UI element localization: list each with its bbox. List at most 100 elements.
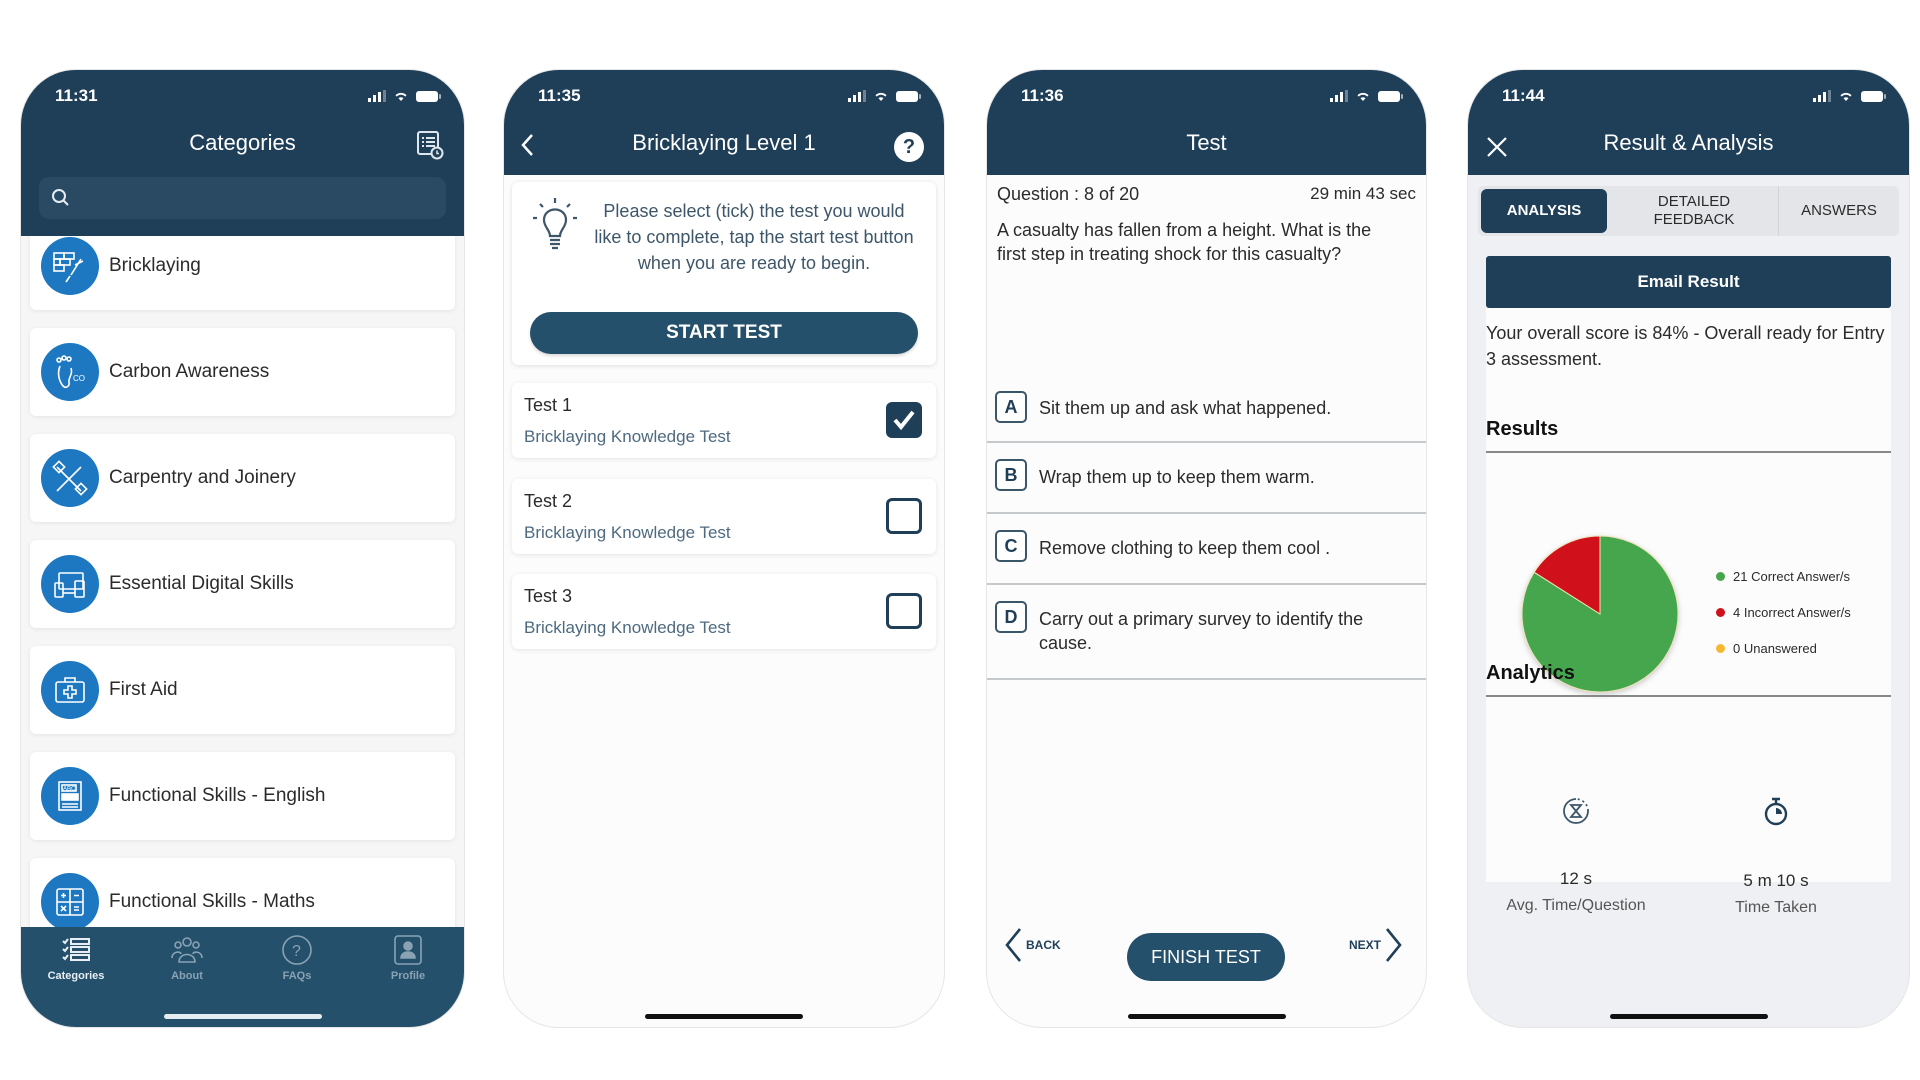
legend-dot: [1716, 607, 1725, 617]
page-title: Result & Analysis: [1603, 130, 1774, 155]
stat-value: 12 s: [1559, 869, 1593, 888]
svg-text:CO: CO: [73, 374, 85, 383]
abc-book-icon: ABC: [41, 767, 99, 825]
chevron-left-icon: [1005, 928, 1022, 962]
category-label: Functional Skills - Maths: [109, 891, 315, 912]
tab-detailed-feedback[interactable]: DETAILED FEEDBACK: [1610, 186, 1779, 236]
tab-bar: Categories About ? FAQs Profile: [21, 927, 464, 1027]
analytics-heading: Analytics: [1486, 662, 1891, 697]
page-title: Bricklaying Level 1: [632, 130, 816, 155]
legend-label: 0 Unanswered: [1733, 640, 1817, 656]
header: 11:35 Bricklaying Level 1 ?: [504, 70, 944, 175]
category-item-digital-skills[interactable]: Essential Digital Skills: [30, 540, 455, 628]
tab-label: FAQs: [282, 970, 312, 982]
header: 11:44 Result & Analysis: [1468, 70, 1909, 175]
legend-label: 4 Incorrect Answer/s: [1733, 604, 1851, 620]
back-button[interactable]: BACK: [1003, 925, 1061, 965]
test-question-screen: 11:36 Test Question : 8 of 20 29 min 43 …: [986, 69, 1427, 1028]
instructions-card: Please select (tick) the test you would …: [512, 182, 936, 365]
question-text: A casualty has fallen from a height. Wha…: [997, 220, 1372, 264]
answer-option-a[interactable]: A Sit them up and ask what happened.: [987, 375, 1426, 443]
svg-text:ABC: ABC: [63, 787, 76, 793]
search-input[interactable]: [79, 185, 436, 211]
first-aid-kit-icon: [41, 661, 99, 719]
answer-option-b[interactable]: B Wrap them up to keep them warm.: [987, 445, 1426, 514]
header: 11:31 Categories: [21, 70, 464, 236]
status-time: 11:44: [1502, 86, 1545, 105]
next-button[interactable]: NEXT: [1349, 925, 1404, 965]
time-taken-stat: 5 m 10 s Time Taken: [1686, 796, 1866, 917]
result-analysis-screen: 11:44 Result & Analysis ANALYSIS DETAILE…: [1467, 69, 1910, 1028]
page-title: Categories: [189, 130, 296, 155]
status-icons: [848, 90, 921, 102]
back-label: BACK: [1026, 938, 1061, 952]
battery-icon: [416, 90, 441, 102]
profile-icon: [368, 933, 448, 967]
question-counter: Question : 8 of 20: [997, 184, 1140, 204]
tab-analysis[interactable]: ANALYSIS: [1481, 189, 1607, 233]
start-test-button[interactable]: START TEST: [530, 312, 918, 354]
svg-text:?: ?: [292, 943, 301, 960]
category-item-carbon-awareness[interactable]: CO Carbon Awareness: [30, 328, 455, 416]
chart-legend: 21 Correct Answer/s 4 Incorrect Answer/s 0…: [1716, 558, 1851, 666]
category-label: Functional Skills - English: [109, 785, 326, 806]
answer-option-d[interactable]: D Carry out a primary survey to identify…: [987, 587, 1426, 680]
group-icon: [147, 933, 227, 967]
footprint-icon: CO: [41, 343, 99, 401]
signal-icon: [368, 90, 386, 102]
category-item-carpentry[interactable]: Carpentry and Joinery: [30, 434, 455, 522]
calculator-icon: [41, 873, 99, 927]
tab-label: Categories: [47, 970, 105, 982]
option-letter: B: [995, 459, 1027, 491]
test-item-1[interactable]: Test 1 Bricklaying Knowledge Test: [512, 383, 936, 458]
category-item-first-aid[interactable]: First Aid: [30, 646, 455, 734]
page-title: Test: [1186, 130, 1227, 155]
quiz-history-icon[interactable]: [416, 130, 444, 160]
option-text: Wrap them up to keep them warm.: [1039, 467, 1315, 487]
wifi-icon: [874, 91, 888, 102]
status-time: 11:36: [1021, 86, 1064, 105]
test-item-3[interactable]: Test 3 Bricklaying Knowledge Test: [512, 574, 936, 649]
tab-answers[interactable]: ANSWERS: [1779, 186, 1899, 236]
option-text: Remove clothing to keep them cool .: [1039, 538, 1331, 558]
home-indicator: [1127, 1014, 1286, 1019]
tab-profile[interactable]: Profile: [368, 933, 448, 982]
tab-categories[interactable]: Categories: [36, 933, 116, 982]
devices-icon: [41, 555, 99, 613]
test-checkbox-checked[interactable]: [886, 402, 922, 438]
help-circle-icon: ?: [257, 933, 337, 967]
help-button[interactable]: ?: [894, 132, 924, 162]
legend-dot: [1716, 643, 1725, 653]
category-item-maths[interactable]: Functional Skills - Maths: [30, 858, 455, 927]
option-text: Carry out a primary survey to identify t…: [1039, 609, 1364, 653]
signal-icon: [1813, 90, 1831, 102]
test-checkbox[interactable]: [886, 593, 922, 629]
legend-label: 21 Correct Answer/s: [1733, 568, 1851, 584]
results-card: Email Result Your overall score is 84% -…: [1486, 256, 1891, 916]
category-label: Bricklaying: [109, 255, 201, 276]
tab-label: About: [171, 970, 203, 982]
tab-about[interactable]: About: [147, 933, 227, 982]
legend-item: 4 Incorrect Answer/s: [1716, 594, 1851, 630]
legend-item: 21 Correct Answer/s: [1716, 558, 1851, 594]
battery-icon: [1861, 90, 1886, 102]
answer-option-c[interactable]: C Remove clothing to keep them cool .: [987, 516, 1426, 585]
test-checkbox[interactable]: [886, 498, 922, 534]
test-title: Test 3: [524, 586, 573, 606]
category-label: Essential Digital Skills: [109, 573, 294, 594]
test-title: Test 2: [524, 491, 573, 511]
tab-faqs[interactable]: ? FAQs: [257, 933, 337, 982]
category-item-bricklaying[interactable]: Bricklaying: [30, 236, 455, 310]
email-result-button[interactable]: Email Result: [1486, 256, 1891, 308]
wifi-icon: [1839, 91, 1853, 102]
legend-dot: [1716, 571, 1725, 581]
test-subtitle: Bricklaying Knowledge Test: [524, 523, 731, 542]
chevron-right-icon: [1385, 928, 1402, 962]
option-letter: D: [995, 601, 1027, 633]
stopwatch-icon: [1686, 796, 1866, 833]
search-bar[interactable]: [39, 177, 446, 219]
test-item-2[interactable]: Test 2 Bricklaying Knowledge Test: [512, 479, 936, 554]
category-item-english[interactable]: ABC Functional Skills - English: [30, 752, 455, 840]
status-icons: [1330, 90, 1403, 102]
finish-test-button[interactable]: FINISH TEST: [1127, 933, 1285, 981]
